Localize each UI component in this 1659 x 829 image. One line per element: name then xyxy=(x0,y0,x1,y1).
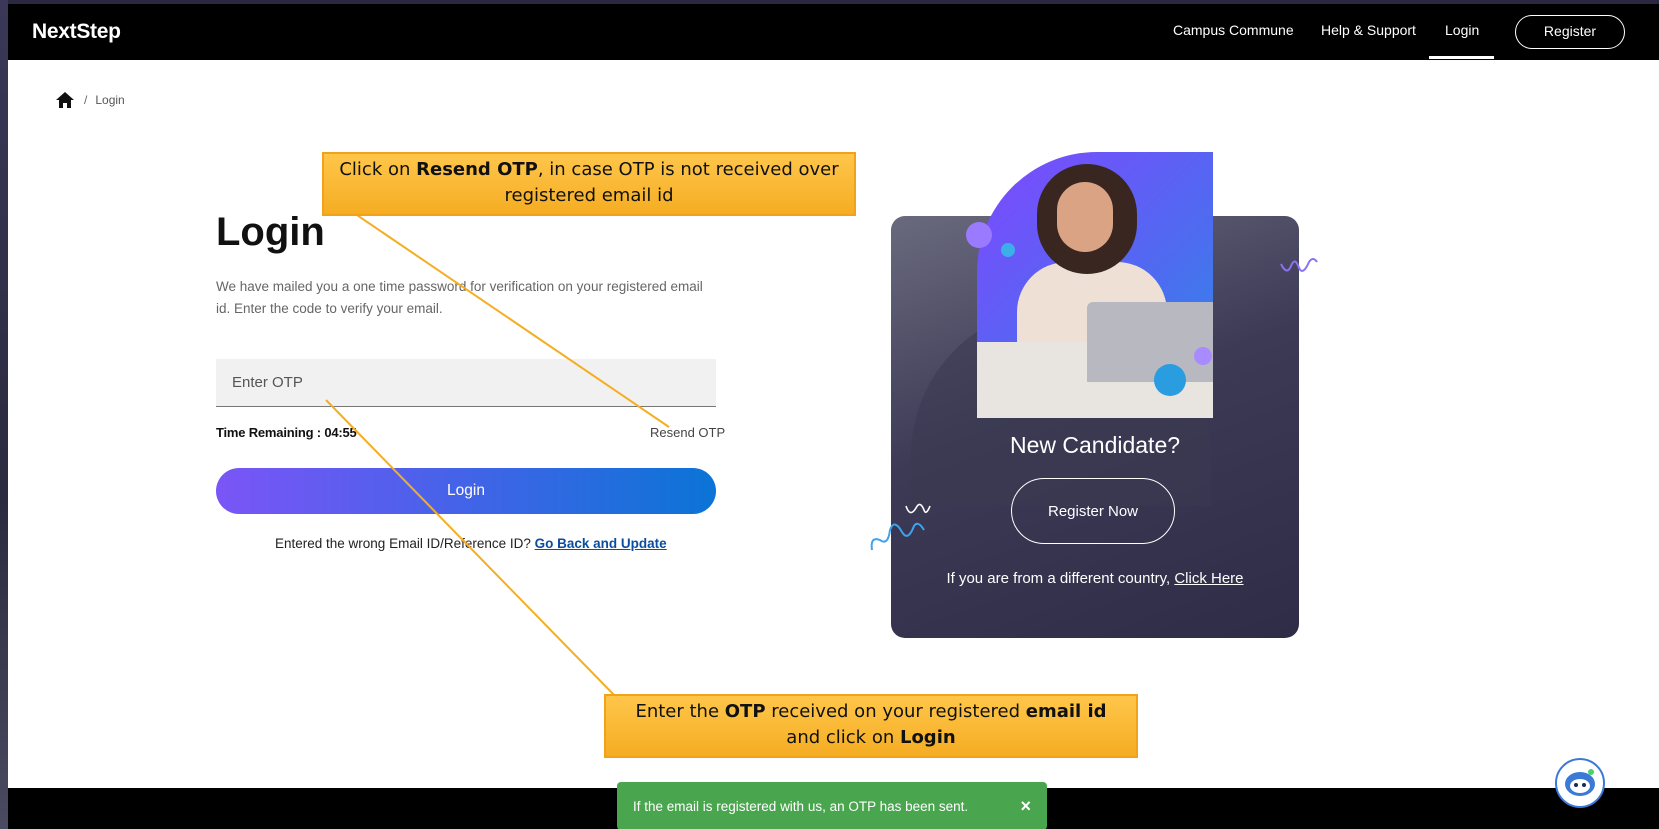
otp-sent-toast: If the email is registered with us, an O… xyxy=(617,782,1047,829)
chatbot-icon[interactable] xyxy=(1555,758,1605,808)
annotation-enter-otp: Enter the OTP received on your registere… xyxy=(604,694,1138,758)
browser-page: NextStep Campus Commune Help & Support L… xyxy=(8,4,1659,829)
toast-message: If the email is registered with us, an O… xyxy=(633,798,969,814)
close-icon[interactable]: × xyxy=(1020,796,1031,817)
left-desktop-strip xyxy=(0,0,8,829)
annotation-resend-otp: Click on Resend OTP, in case OTP is not … xyxy=(322,152,856,216)
robot-icon xyxy=(1565,769,1595,796)
